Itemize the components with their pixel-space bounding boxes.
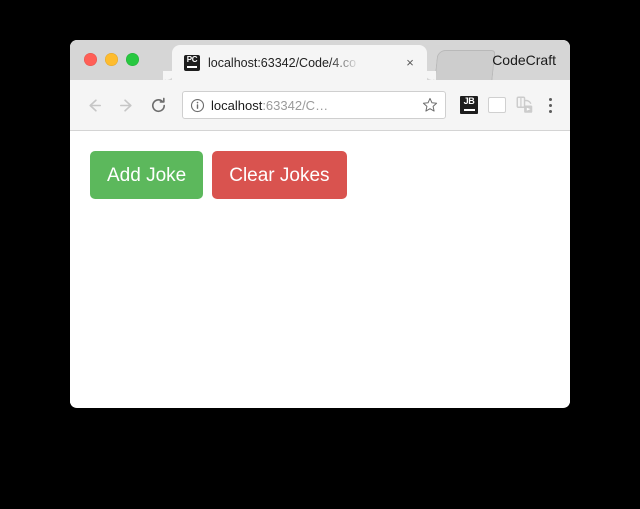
star-outline-icon[interactable] (422, 97, 438, 113)
favicon-label: PC (186, 54, 198, 64)
jetbrains-icon: JB (460, 96, 478, 114)
zoom-window-button[interactable] (126, 53, 139, 66)
clear-jokes-button[interactable]: Clear Jokes (212, 151, 347, 199)
tab-active[interactable]: PC localhost:63342/Code/4.co × (163, 45, 436, 80)
address-bar[interactable]: localhost:63342/C… (182, 91, 446, 119)
jetbrains-extension-button[interactable]: JB (456, 92, 482, 118)
forward-button[interactable] (112, 91, 140, 119)
tab-inactive[interactable] (434, 50, 496, 80)
app-title: CodeCraft (492, 52, 556, 68)
tab-strip: PC localhost:63342/Code/4.co × CodeCraft (70, 40, 570, 80)
browser-window: PC localhost:63342/Code/4.co × CodeCraft (70, 40, 570, 408)
tab-title: localhost:63342/Code/4.co (208, 55, 357, 70)
arrow-left-icon (88, 98, 101, 112)
close-tab-icon[interactable]: × (403, 55, 417, 70)
close-window-button[interactable] (84, 53, 97, 66)
menu-dot (548, 103, 552, 107)
jetbrains-icon-bar (463, 108, 475, 111)
url-text[interactable]: localhost:63342/C… (211, 98, 416, 113)
blank-extension-button[interactable] (484, 92, 510, 118)
info-circle-icon[interactable] (190, 98, 205, 113)
reload-button[interactable] (144, 91, 172, 119)
menu-dot (548, 97, 552, 101)
chrome-menu-button[interactable] (540, 92, 560, 118)
screenshot-stage: PC localhost:63342/Code/4.co × CodeCraft (0, 0, 640, 509)
arrow-right-icon (119, 98, 132, 112)
url-host: localhost (211, 97, 263, 113)
media-extension-button[interactable] (512, 92, 538, 118)
window-controls (84, 53, 139, 66)
minimize-window-button[interactable] (105, 53, 118, 66)
menu-dot (548, 109, 552, 113)
jetbrains-icon-label: JB (463, 96, 475, 106)
page-content: Add Joke Clear Jokes (70, 131, 570, 407)
browser-toolbar: localhost:63342/C… JB (70, 80, 570, 131)
add-joke-button[interactable]: Add Joke (90, 151, 204, 199)
back-button[interactable] (80, 91, 108, 119)
blank-window-icon (488, 97, 506, 113)
joke-controls: Add Joke Clear Jokes (90, 151, 550, 199)
pycharm-favicon: PC (184, 54, 200, 71)
reload-icon (151, 97, 165, 112)
url-rest: :63342/C… (262, 97, 329, 113)
media-download-icon (516, 96, 533, 113)
favicon-bar (187, 66, 197, 68)
